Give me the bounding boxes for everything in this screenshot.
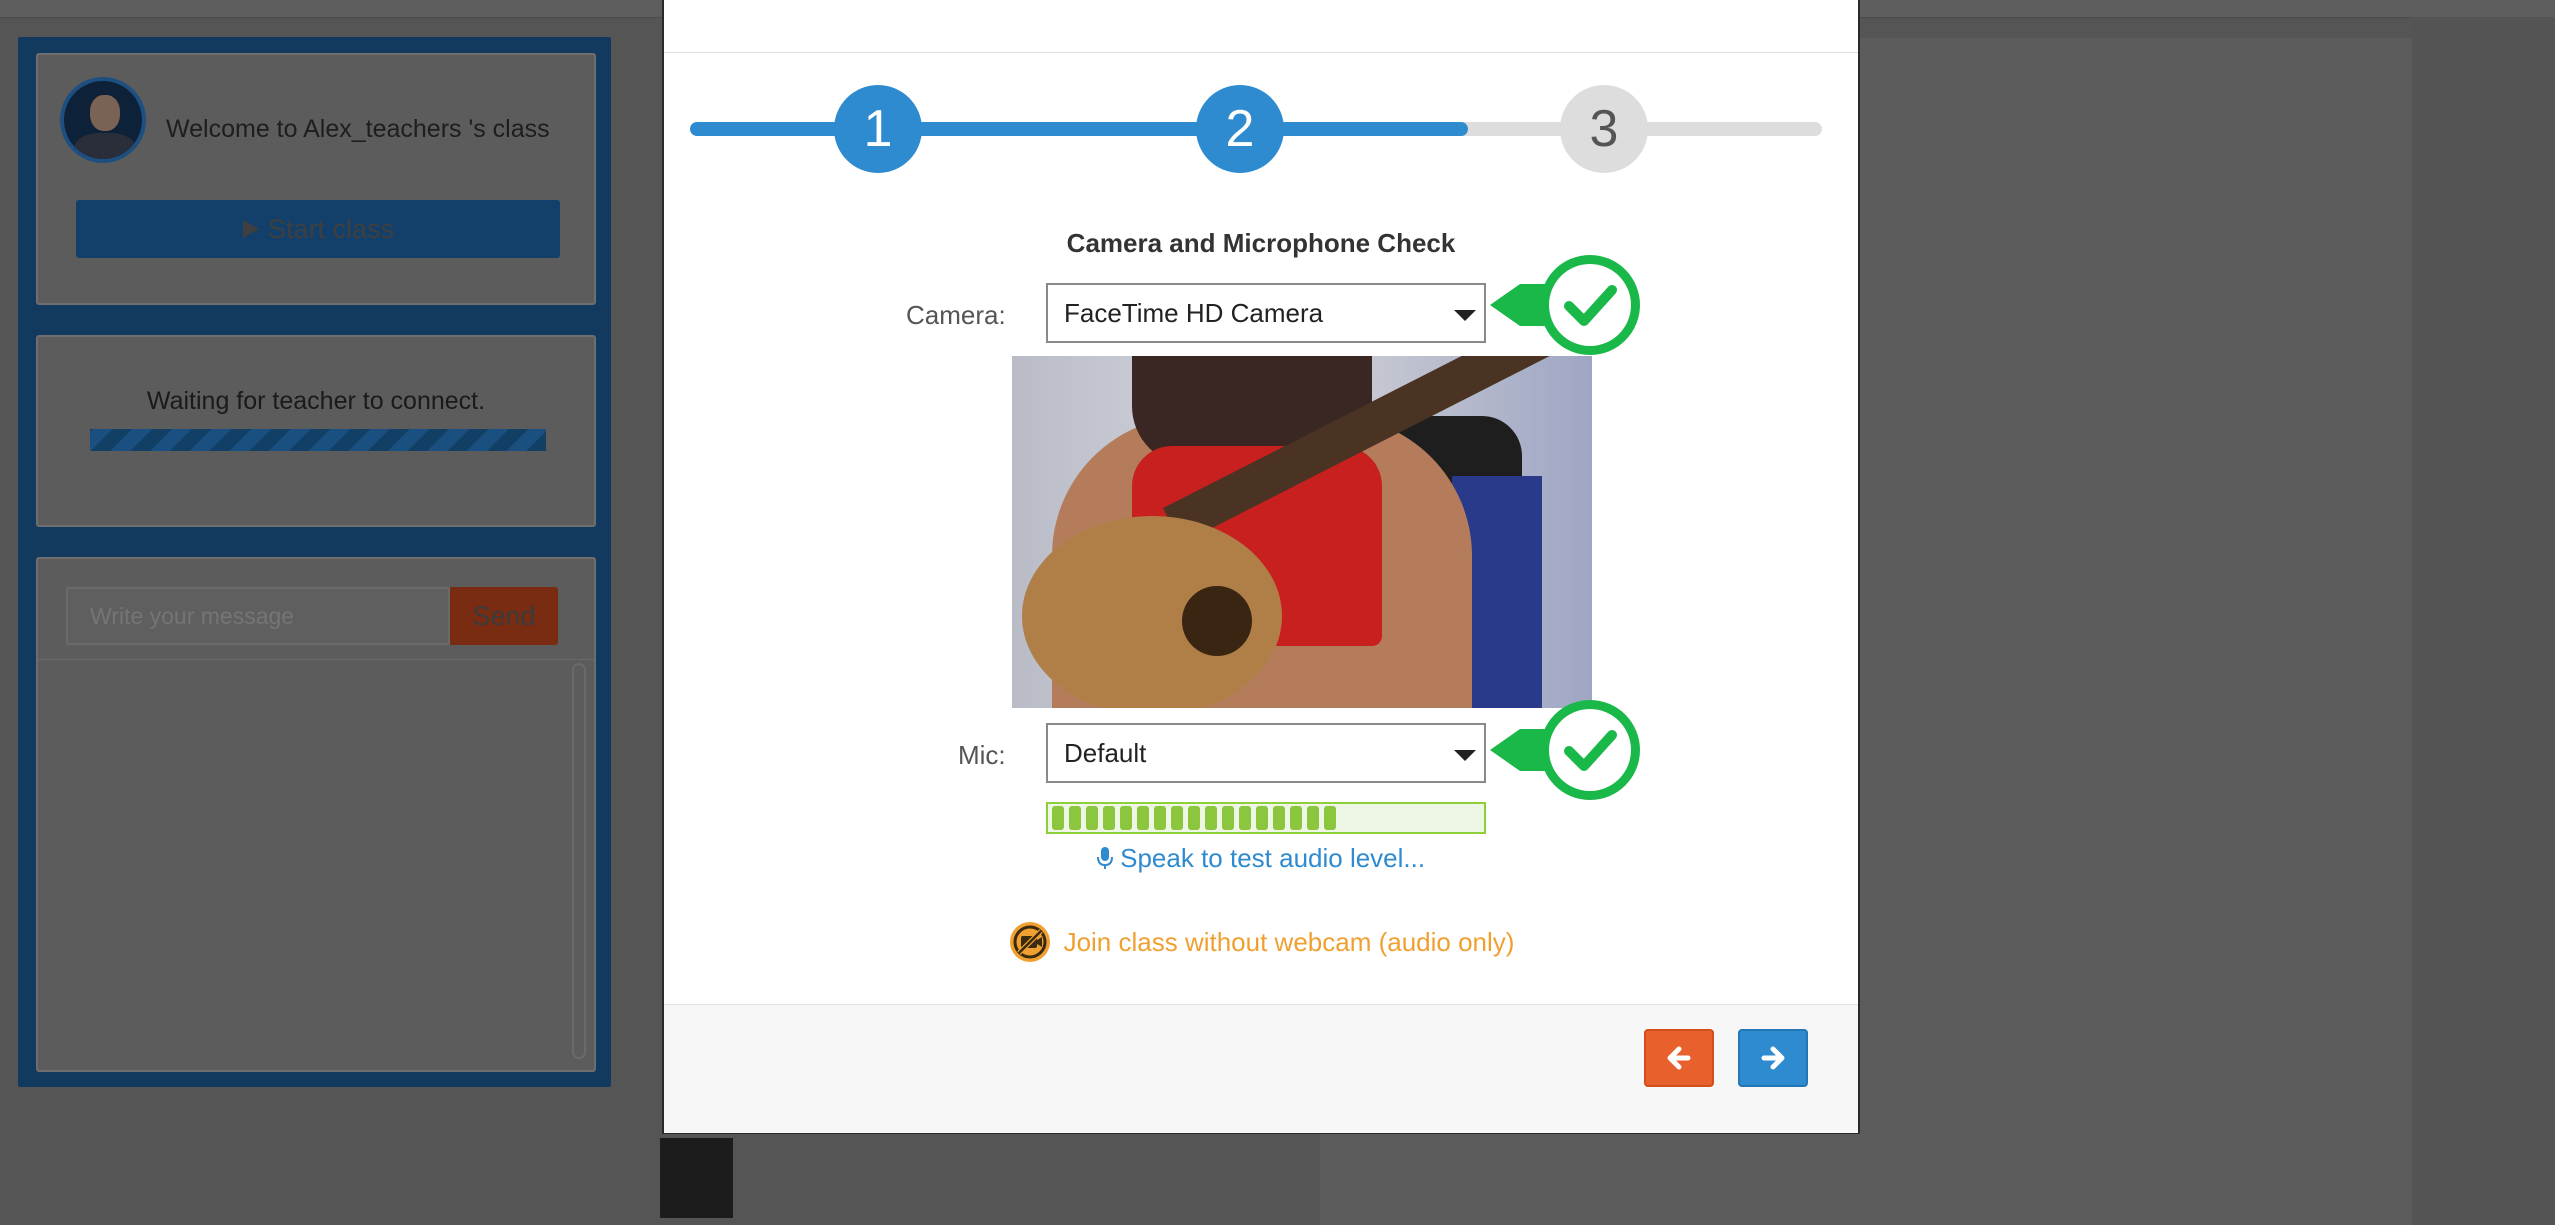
waiting-status: Waiting for teacher to connect. <box>146 387 486 415</box>
camera-selected-value: FaceTime HD Camera <box>1064 298 1324 328</box>
step-1-indicator: 1 <box>834 85 922 173</box>
welcome-text: Welcome to Alex_teachers 's class <box>166 115 550 143</box>
waiting-progress-bar <box>90 429 546 451</box>
speak-test-link[interactable]: Speak to test audio level... <box>664 843 1858 874</box>
mic-level-bar <box>1324 806 1336 830</box>
mic-level-bar <box>1188 806 1200 830</box>
device-check-title: Camera and Microphone Check <box>1066 228 1456 258</box>
speak-test-text: Speak to test audio level... <box>1120 843 1426 873</box>
local-video-thumbnail <box>660 1138 733 1218</box>
modal-footer <box>664 1004 1858 1133</box>
mic-level-bar <box>1086 806 1098 830</box>
mic-select[interactable]: Default <box>1046 723 1486 783</box>
mic-level-bar <box>1205 806 1217 830</box>
mic-level-bar <box>1069 806 1081 830</box>
mic-label: Mic: <box>958 740 1006 770</box>
play-icon <box>242 220 259 238</box>
mic-level-bar <box>1222 806 1234 830</box>
camera-select[interactable]: FaceTime HD Camera <box>1046 283 1486 343</box>
camera-ok-check-icon <box>1490 255 1640 355</box>
audio-only-text: Join class without webcam (audio only) <box>1063 926 1515 957</box>
chat-card: Send <box>36 557 596 1072</box>
device-check-modal: 1 2 3 Camera and Microphone Check Camera… <box>662 0 1860 1134</box>
step-2-indicator: 2 <box>1196 85 1284 173</box>
chevron-down-icon <box>1454 750 1476 761</box>
arrow-left-icon <box>1667 1046 1691 1070</box>
mic-level-bar <box>1273 806 1285 830</box>
back-button[interactable] <box>1644 1029 1714 1087</box>
modal-header-divider <box>664 52 1858 53</box>
mic-level-meter <box>1046 802 1486 834</box>
no-camera-icon <box>1009 922 1050 962</box>
chat-send-button[interactable]: Send <box>450 587 558 645</box>
start-class-button[interactable]: Start class <box>76 200 560 258</box>
mic-level-bar <box>1103 806 1115 830</box>
mic-level-bar <box>1120 806 1132 830</box>
mic-level-bar <box>1137 806 1149 830</box>
chat-divider <box>38 659 594 660</box>
mic-level-bar <box>1256 806 1268 830</box>
progress-track-completed <box>690 122 1468 136</box>
status-card: Waiting for teacher to connect. <box>36 335 596 527</box>
next-button[interactable] <box>1738 1029 1808 1087</box>
mic-level-bar <box>1239 806 1251 830</box>
microphone-icon <box>1096 847 1113 869</box>
camera-label: Camera: <box>906 300 1006 330</box>
chat-message-input[interactable] <box>66 587 450 645</box>
teacher-avatar <box>60 77 146 163</box>
mic-level-bar <box>1171 806 1183 830</box>
start-class-label: Start class <box>267 213 395 244</box>
arrow-right-icon <box>1761 1046 1785 1070</box>
right-gutter <box>2412 17 2555 1225</box>
avatar-head <box>90 95 120 131</box>
mic-ok-check-icon <box>1490 700 1640 800</box>
camera-preview <box>1012 356 1592 708</box>
step-3-indicator: 3 <box>1560 85 1648 173</box>
class-sidebar: Welcome to Alex_teachers 's class Start … <box>18 37 611 1087</box>
mic-selected-value: Default <box>1064 738 1147 768</box>
welcome-card: Welcome to Alex_teachers 's class Start … <box>36 53 596 305</box>
chat-scrollbar[interactable] <box>572 663 586 1059</box>
audio-only-link[interactable]: Join class without webcam (audio only) <box>664 920 1858 964</box>
chevron-down-icon <box>1454 310 1476 321</box>
mic-level-bar <box>1052 806 1064 830</box>
avatar-shirt <box>74 133 136 159</box>
mic-level-bar <box>1290 806 1302 830</box>
mic-level-bar <box>1154 806 1166 830</box>
mic-level-bar <box>1307 806 1319 830</box>
